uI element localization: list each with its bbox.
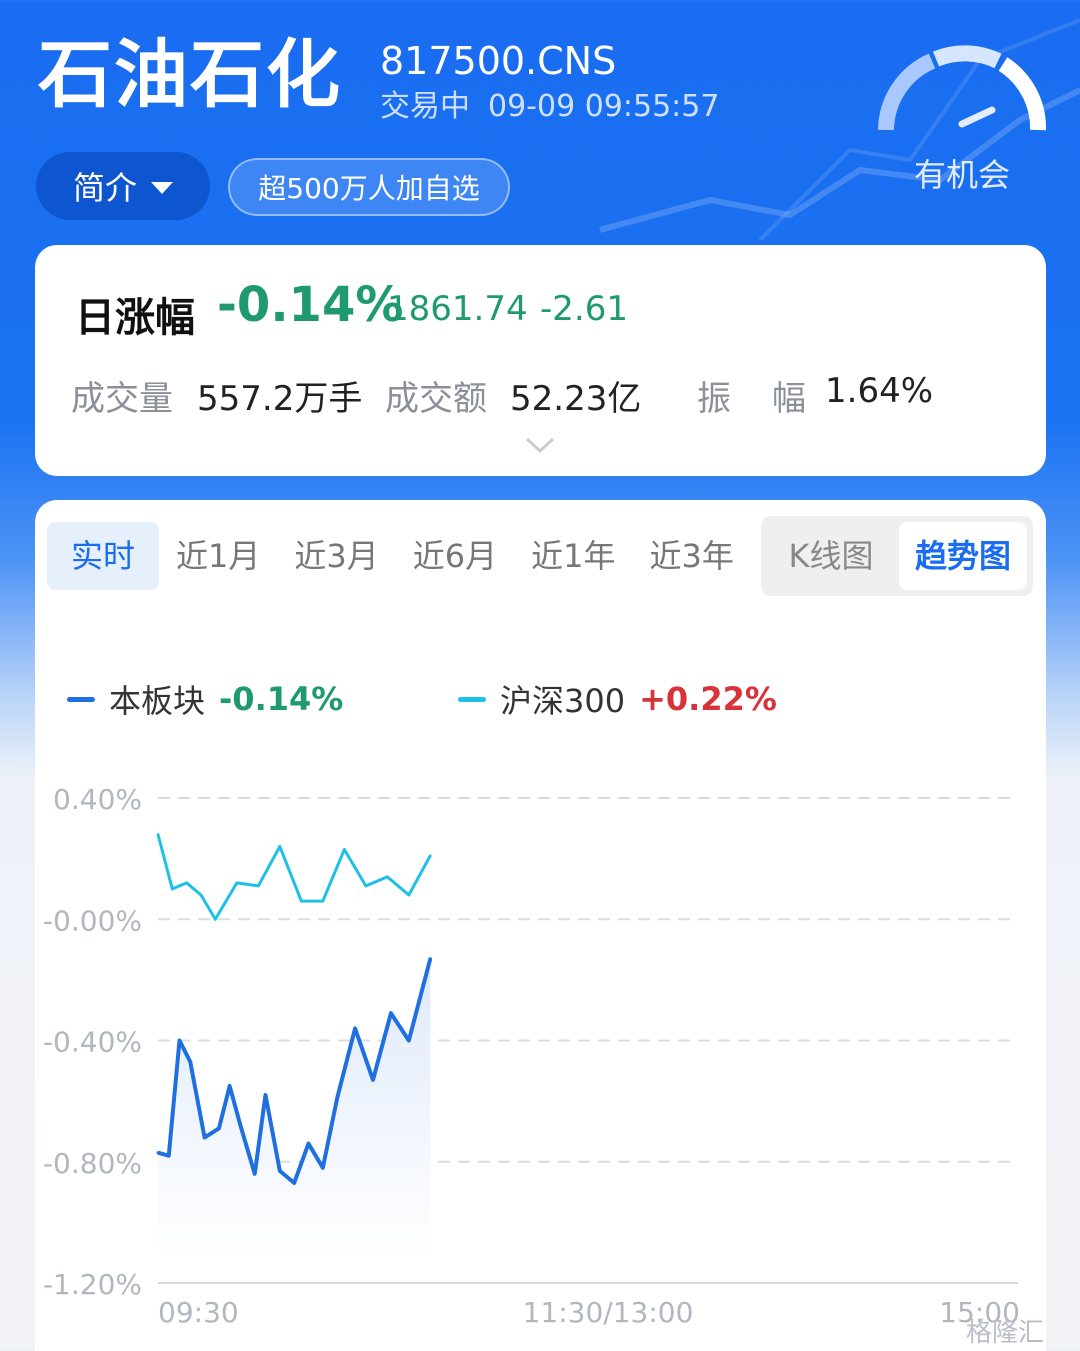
sector-point	[253, 1172, 257, 1176]
sector-point	[292, 1181, 296, 1185]
index-point	[343, 848, 346, 851]
sector-point	[307, 1142, 310, 1146]
index-point	[321, 899, 325, 903]
sector-point	[178, 1039, 181, 1042]
sector-point	[335, 1096, 339, 1100]
sector-point	[353, 1026, 357, 1030]
index-point	[235, 881, 239, 885]
y-tick-label: -1.20%	[43, 1268, 142, 1301]
sector-point	[407, 1039, 411, 1042]
index-point	[364, 884, 368, 888]
sector-point	[167, 1154, 171, 1158]
index-point	[278, 845, 282, 848]
index-point	[429, 854, 432, 857]
sector-point	[371, 1078, 375, 1082]
sector-point	[228, 1084, 232, 1088]
index-point	[214, 918, 217, 921]
y-tick-label: -0.00%	[43, 904, 142, 937]
index-point	[386, 875, 389, 879]
intraday-chart[interactable]: 0.40% -0.00% -0.40% -0.80% -1.20% 09:30 11:30/…	[0, 0, 1080, 1351]
sector-point	[188, 1060, 192, 1064]
index-point	[199, 893, 203, 897]
index-point	[300, 899, 303, 903]
watermark-logo: 格隆汇	[966, 1318, 1045, 1348]
sector-point	[264, 1093, 267, 1097]
index-point	[185, 881, 188, 885]
sector-point	[389, 1011, 393, 1015]
sector-point	[238, 1123, 242, 1127]
index-point	[407, 893, 411, 897]
sector-point	[217, 1126, 221, 1130]
sector-point	[321, 1166, 325, 1170]
x-tick-label: 09:30	[158, 1296, 239, 1329]
y-tick-label: -0.40%	[43, 1026, 142, 1059]
sector-point	[428, 957, 432, 961]
sector-point	[203, 1136, 207, 1139]
index-series-line	[156, 833, 432, 921]
index-point	[257, 884, 260, 888]
y-tick-label: -0.80%	[43, 1147, 142, 1180]
x-tick-label: 11:30/13:00	[523, 1296, 694, 1329]
index-point	[171, 887, 174, 891]
sector-point	[156, 1151, 160, 1155]
index-point	[156, 833, 160, 836]
sector-point	[278, 1169, 282, 1173]
y-tick-label: 0.40%	[53, 783, 142, 816]
